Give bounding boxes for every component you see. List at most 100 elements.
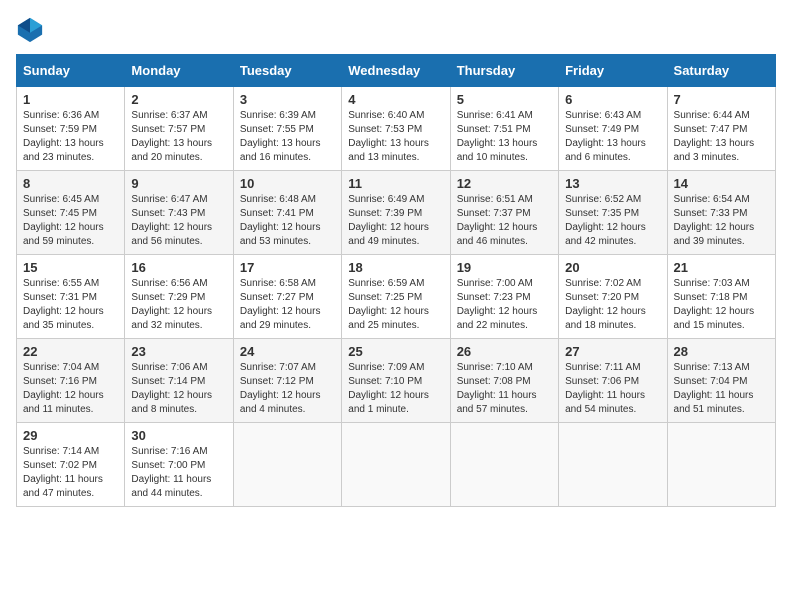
- day-number: 2: [131, 92, 226, 107]
- day-number: 27: [565, 344, 660, 359]
- weekday-header: Wednesday: [342, 55, 450, 87]
- day-number: 30: [131, 428, 226, 443]
- cell-content: Sunrise: 6:59 AM Sunset: 7:25 PM Dayligh…: [348, 277, 443, 333]
- calendar-cell: 3 Sunrise: 6:39 AM Sunset: 7:55 PM Daylig…: [233, 87, 341, 171]
- cell-content: Sunrise: 6:43 AM Sunset: 7:49 PM Dayligh…: [565, 109, 660, 165]
- cell-content: Sunrise: 7:16 AM Sunset: 7:00 PM Dayligh…: [131, 445, 226, 501]
- day-number: 15: [23, 260, 118, 275]
- cell-content: Sunrise: 6:52 AM Sunset: 7:35 PM Dayligh…: [565, 193, 660, 249]
- calendar-cell: [559, 423, 667, 507]
- cell-content: Sunrise: 6:40 AM Sunset: 7:53 PM Dayligh…: [348, 109, 443, 165]
- cell-content: Sunrise: 6:36 AM Sunset: 7:59 PM Dayligh…: [23, 109, 118, 165]
- cell-content: Sunrise: 7:09 AM Sunset: 7:10 PM Dayligh…: [348, 361, 443, 417]
- weekday-header: Tuesday: [233, 55, 341, 87]
- calendar-cell: 27 Sunrise: 7:11 AM Sunset: 7:06 PM Dayli…: [559, 339, 667, 423]
- cell-content: Sunrise: 7:00 AM Sunset: 7:23 PM Dayligh…: [457, 277, 552, 333]
- calendar-cell: [233, 423, 341, 507]
- day-number: 18: [348, 260, 443, 275]
- cell-content: Sunrise: 6:44 AM Sunset: 7:47 PM Dayligh…: [674, 109, 769, 165]
- day-number: 14: [674, 176, 769, 191]
- weekday-header: Monday: [125, 55, 233, 87]
- cell-content: Sunrise: 7:10 AM Sunset: 7:08 PM Dayligh…: [457, 361, 552, 417]
- day-number: 8: [23, 176, 118, 191]
- day-number: 22: [23, 344, 118, 359]
- logo-icon: [16, 16, 44, 44]
- calendar-cell: 15 Sunrise: 6:55 AM Sunset: 7:31 PM Dayli…: [17, 255, 125, 339]
- day-number: 6: [565, 92, 660, 107]
- calendar-cell: 5 Sunrise: 6:41 AM Sunset: 7:51 PM Daylig…: [450, 87, 558, 171]
- calendar-cell: 2 Sunrise: 6:37 AM Sunset: 7:57 PM Daylig…: [125, 87, 233, 171]
- weekday-header: Thursday: [450, 55, 558, 87]
- cell-content: Sunrise: 6:41 AM Sunset: 7:51 PM Dayligh…: [457, 109, 552, 165]
- calendar-cell: [667, 423, 775, 507]
- weekday-header: Friday: [559, 55, 667, 87]
- day-number: 3: [240, 92, 335, 107]
- cell-content: Sunrise: 6:47 AM Sunset: 7:43 PM Dayligh…: [131, 193, 226, 249]
- calendar-cell: 17 Sunrise: 6:58 AM Sunset: 7:27 PM Dayli…: [233, 255, 341, 339]
- cell-content: Sunrise: 6:58 AM Sunset: 7:27 PM Dayligh…: [240, 277, 335, 333]
- cell-content: Sunrise: 6:37 AM Sunset: 7:57 PM Dayligh…: [131, 109, 226, 165]
- calendar-cell: 29 Sunrise: 7:14 AM Sunset: 7:02 PM Dayli…: [17, 423, 125, 507]
- cell-content: Sunrise: 6:39 AM Sunset: 7:55 PM Dayligh…: [240, 109, 335, 165]
- cell-content: Sunrise: 6:45 AM Sunset: 7:45 PM Dayligh…: [23, 193, 118, 249]
- cell-content: Sunrise: 6:49 AM Sunset: 7:39 PM Dayligh…: [348, 193, 443, 249]
- calendar-cell: 11 Sunrise: 6:49 AM Sunset: 7:39 PM Dayli…: [342, 171, 450, 255]
- calendar-cell: 24Sunrise: 7:07 AM Sunset: 7:12 PM Dayli…: [233, 339, 341, 423]
- cell-content: Sunrise: 6:55 AM Sunset: 7:31 PM Dayligh…: [23, 277, 118, 333]
- logo: [16, 16, 48, 44]
- calendar-cell: 8 Sunrise: 6:45 AM Sunset: 7:45 PM Daylig…: [17, 171, 125, 255]
- page-header: [16, 16, 776, 44]
- cell-content: Sunrise: 7:11 AM Sunset: 7:06 PM Dayligh…: [565, 361, 660, 417]
- calendar-cell: 25Sunrise: 7:09 AM Sunset: 7:10 PM Dayli…: [342, 339, 450, 423]
- cell-content: Sunrise: 7:14 AM Sunset: 7:02 PM Dayligh…: [23, 445, 118, 501]
- calendar-row: 22 Sunrise: 7:04 AM Sunset: 7:16 PM Dayli…: [17, 339, 776, 423]
- cell-content: Sunrise: 6:51 AM Sunset: 7:37 PM Dayligh…: [457, 193, 552, 249]
- day-number: 10: [240, 176, 335, 191]
- calendar-row: 15 Sunrise: 6:55 AM Sunset: 7:31 PM Dayli…: [17, 255, 776, 339]
- cell-content: Sunrise: 7:04 AM Sunset: 7:16 PM Dayligh…: [23, 361, 118, 417]
- calendar-cell: 13 Sunrise: 6:52 AM Sunset: 7:35 PM Dayli…: [559, 171, 667, 255]
- day-number: 23: [131, 344, 226, 359]
- day-number: 13: [565, 176, 660, 191]
- calendar-cell: 20 Sunrise: 7:02 AM Sunset: 7:20 PM Dayli…: [559, 255, 667, 339]
- cell-content: Sunrise: 7:02 AM Sunset: 7:20 PM Dayligh…: [565, 277, 660, 333]
- calendar-cell: 16 Sunrise: 6:56 AM Sunset: 7:29 PM Dayli…: [125, 255, 233, 339]
- calendar-cell: 26 Sunrise: 7:10 AM Sunset: 7:08 PM Dayli…: [450, 339, 558, 423]
- day-number: 11: [348, 176, 443, 191]
- calendar-cell: [450, 423, 558, 507]
- calendar-cell: [342, 423, 450, 507]
- day-number: 5: [457, 92, 552, 107]
- calendar-cell: 1 Sunrise: 6:36 AM Sunset: 7:59 PM Daylig…: [17, 87, 125, 171]
- cell-content: Sunrise: 6:56 AM Sunset: 7:29 PM Dayligh…: [131, 277, 226, 333]
- calendar-cell: 6 Sunrise: 6:43 AM Sunset: 7:49 PM Daylig…: [559, 87, 667, 171]
- calendar-cell: 9 Sunrise: 6:47 AM Sunset: 7:43 PM Daylig…: [125, 171, 233, 255]
- calendar-cell: 18 Sunrise: 6:59 AM Sunset: 7:25 PM Dayli…: [342, 255, 450, 339]
- calendar-cell: 23 Sunrise: 7:06 AM Sunset: 7:14 PM Dayli…: [125, 339, 233, 423]
- calendar-row: 29 Sunrise: 7:14 AM Sunset: 7:02 PM Dayli…: [17, 423, 776, 507]
- day-number: 9: [131, 176, 226, 191]
- day-number: 26: [457, 344, 552, 359]
- day-number: 28: [674, 344, 769, 359]
- day-number: 21: [674, 260, 769, 275]
- weekday-header: Sunday: [17, 55, 125, 87]
- calendar-cell: 10Sunrise: 6:48 AM Sunset: 7:41 PM Dayli…: [233, 171, 341, 255]
- day-number: 12: [457, 176, 552, 191]
- day-number: 17: [240, 260, 335, 275]
- day-number: 20: [565, 260, 660, 275]
- day-number: 19: [457, 260, 552, 275]
- cell-content: Sunrise: 7:13 AM Sunset: 7:04 PM Dayligh…: [674, 361, 769, 417]
- cell-content: Sunrise: 7:03 AM Sunset: 7:18 PM Dayligh…: [674, 277, 769, 333]
- calendar-row: 1 Sunrise: 6:36 AM Sunset: 7:59 PM Daylig…: [17, 87, 776, 171]
- day-number: 16: [131, 260, 226, 275]
- calendar-cell: 4 Sunrise: 6:40 AM Sunset: 7:53 PM Daylig…: [342, 87, 450, 171]
- day-number: 29: [23, 428, 118, 443]
- cell-content: Sunrise: 7:06 AM Sunset: 7:14 PM Dayligh…: [131, 361, 226, 417]
- calendar-cell: 19 Sunrise: 7:00 AM Sunset: 7:23 PM Dayli…: [450, 255, 558, 339]
- calendar-cell: 12 Sunrise: 6:51 AM Sunset: 7:37 PM Dayli…: [450, 171, 558, 255]
- day-number: 4: [348, 92, 443, 107]
- calendar-cell: 14Sunrise: 6:54 AM Sunset: 7:33 PM Dayli…: [667, 171, 775, 255]
- day-number: 1: [23, 92, 118, 107]
- weekday-header: Saturday: [667, 55, 775, 87]
- calendar-cell: 30 Sunrise: 7:16 AM Sunset: 7:00 PM Dayli…: [125, 423, 233, 507]
- calendar-cell: 21 Sunrise: 7:03 AM Sunset: 7:18 PM Dayli…: [667, 255, 775, 339]
